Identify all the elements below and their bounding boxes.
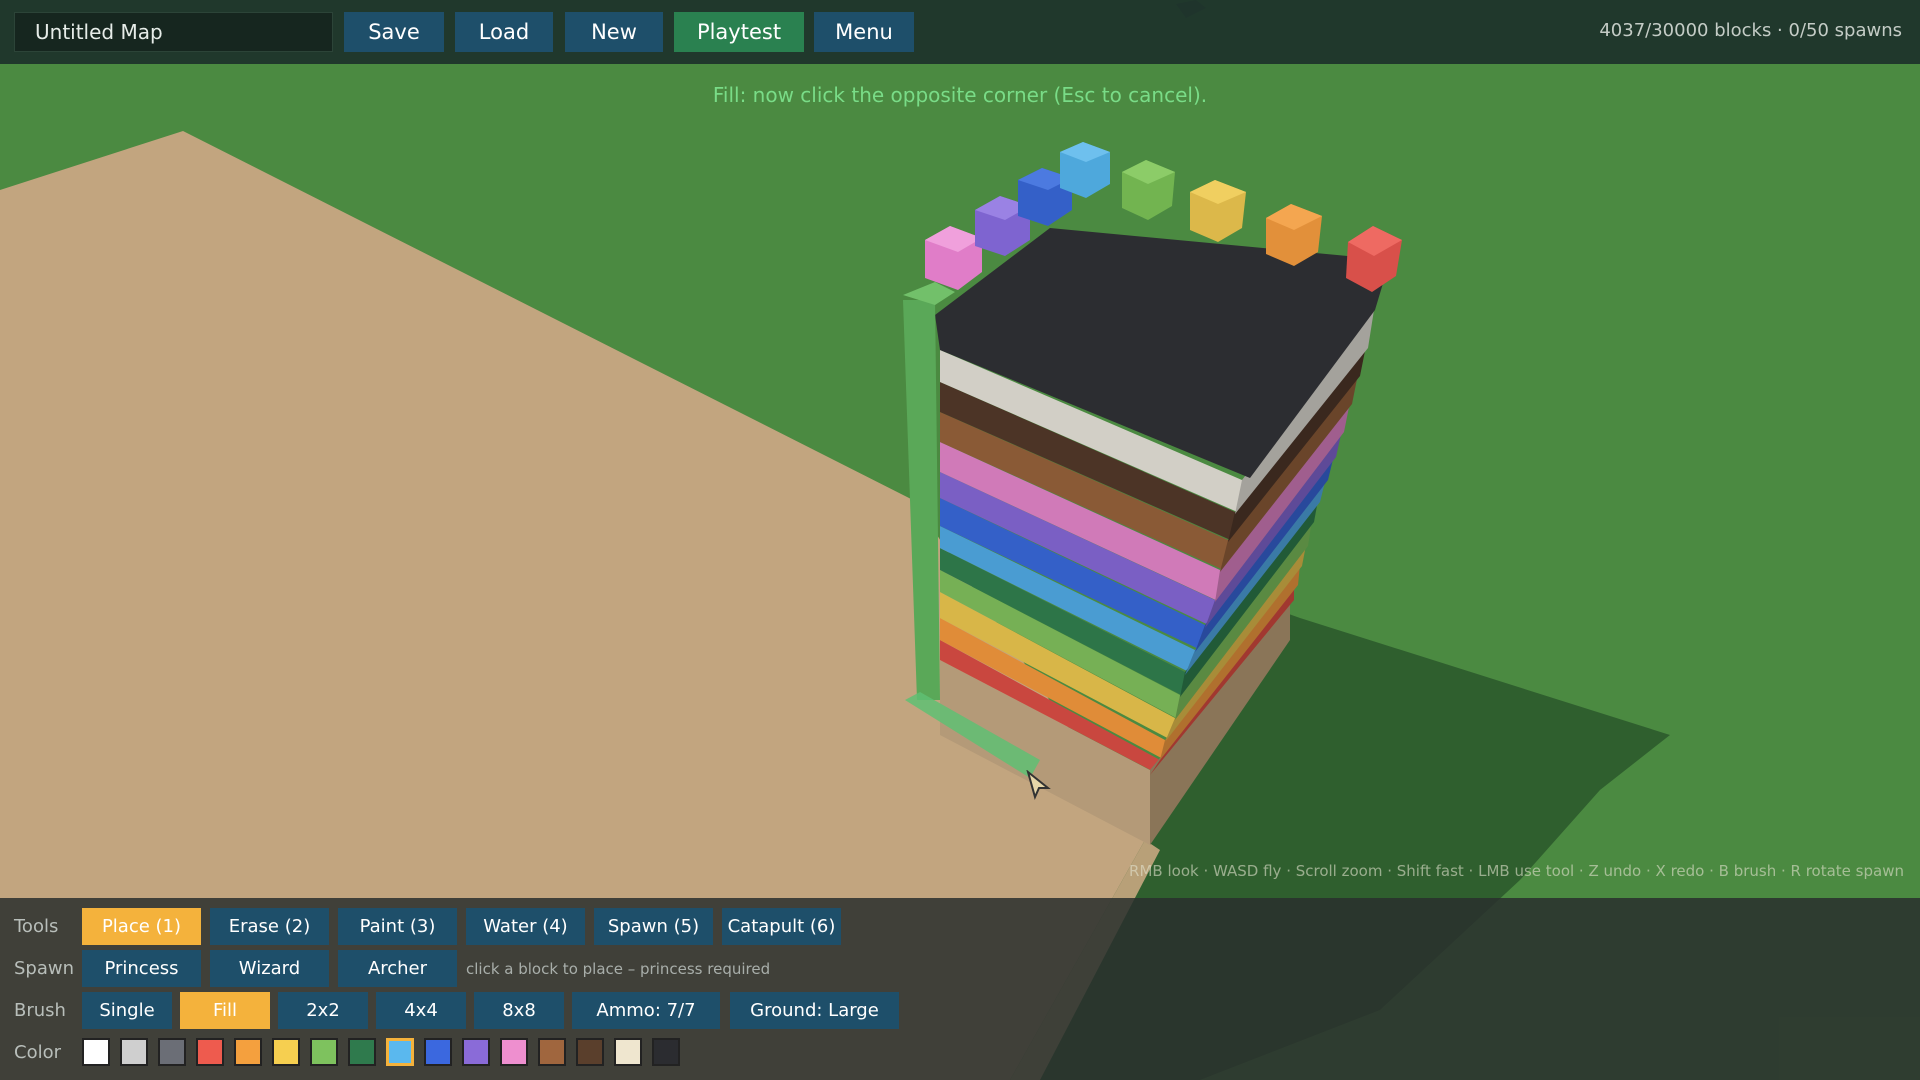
tool-spawn-button[interactable]: Spawn (5): [594, 908, 713, 945]
tool-catapult-button[interactable]: Catapult (6): [722, 908, 841, 945]
top-toolbar: Untitled Map Save Load New Playtest Menu…: [0, 0, 1920, 64]
spawn-label: Spawn: [14, 958, 75, 979]
color-swatch[interactable]: [614, 1038, 642, 1066]
color-swatch[interactable]: [500, 1038, 528, 1066]
color-swatch[interactable]: [310, 1038, 338, 1066]
ammo-button[interactable]: Ammo: 7/7: [572, 992, 720, 1029]
color-swatch[interactable]: [538, 1038, 566, 1066]
spawn-princess-button[interactable]: Princess: [82, 950, 201, 987]
keyboard-shortcuts: RMB look · WASD fly · Scroll zoom · Shif…: [1129, 862, 1904, 880]
color-swatch[interactable]: [158, 1038, 186, 1066]
color-swatch[interactable]: [272, 1038, 300, 1066]
playtest-button[interactable]: Playtest: [674, 12, 804, 52]
ground-size-button[interactable]: Ground: Large: [730, 992, 899, 1029]
color-swatch[interactable]: [348, 1038, 376, 1066]
color-label: Color: [14, 1042, 61, 1063]
menu-button[interactable]: Menu: [814, 12, 914, 52]
map-name-input[interactable]: Untitled Map: [14, 12, 333, 52]
tool-place-button[interactable]: Place (1): [82, 908, 201, 945]
brush-4x4-button[interactable]: 4x4: [376, 992, 466, 1029]
color-swatch[interactable]: [576, 1038, 604, 1066]
brush-8x8-button[interactable]: 8x8: [474, 992, 564, 1029]
color-swatch[interactable]: [386, 1038, 414, 1066]
tools-label: Tools: [14, 916, 59, 937]
brush-label: Brush: [14, 1000, 66, 1021]
color-swatch[interactable]: [462, 1038, 490, 1066]
tool-paint-button[interactable]: Paint (3): [338, 908, 457, 945]
spawn-archer-button[interactable]: Archer: [338, 950, 457, 987]
tool-erase-button[interactable]: Erase (2): [210, 908, 329, 945]
pointer-cursor-icon: [1026, 770, 1051, 800]
spawn-hint: click a block to place – princess requir…: [466, 960, 771, 978]
brush-2x2-button[interactable]: 2x2: [278, 992, 368, 1029]
color-swatch[interactable]: [652, 1038, 680, 1066]
color-swatch[interactable]: [82, 1038, 110, 1066]
color-swatch[interactable]: [424, 1038, 452, 1066]
tool-water-button[interactable]: Water (4): [466, 908, 585, 945]
color-swatch[interactable]: [196, 1038, 224, 1066]
brush-single-button[interactable]: Single: [82, 992, 172, 1029]
color-swatch[interactable]: [234, 1038, 262, 1066]
load-button[interactable]: Load: [455, 12, 553, 52]
color-swatch[interactable]: [120, 1038, 148, 1066]
save-button[interactable]: Save: [344, 12, 444, 52]
new-button[interactable]: New: [565, 12, 663, 52]
spawn-wizard-button[interactable]: Wizard: [210, 950, 329, 987]
block-spawn-counter: 4037/30000 blocks · 0/50 spawns: [1599, 20, 1902, 41]
brush-fill-button[interactable]: Fill: [180, 992, 270, 1029]
fill-hint-message: Fill: now click the opposite corner (Esc…: [712, 83, 1208, 107]
